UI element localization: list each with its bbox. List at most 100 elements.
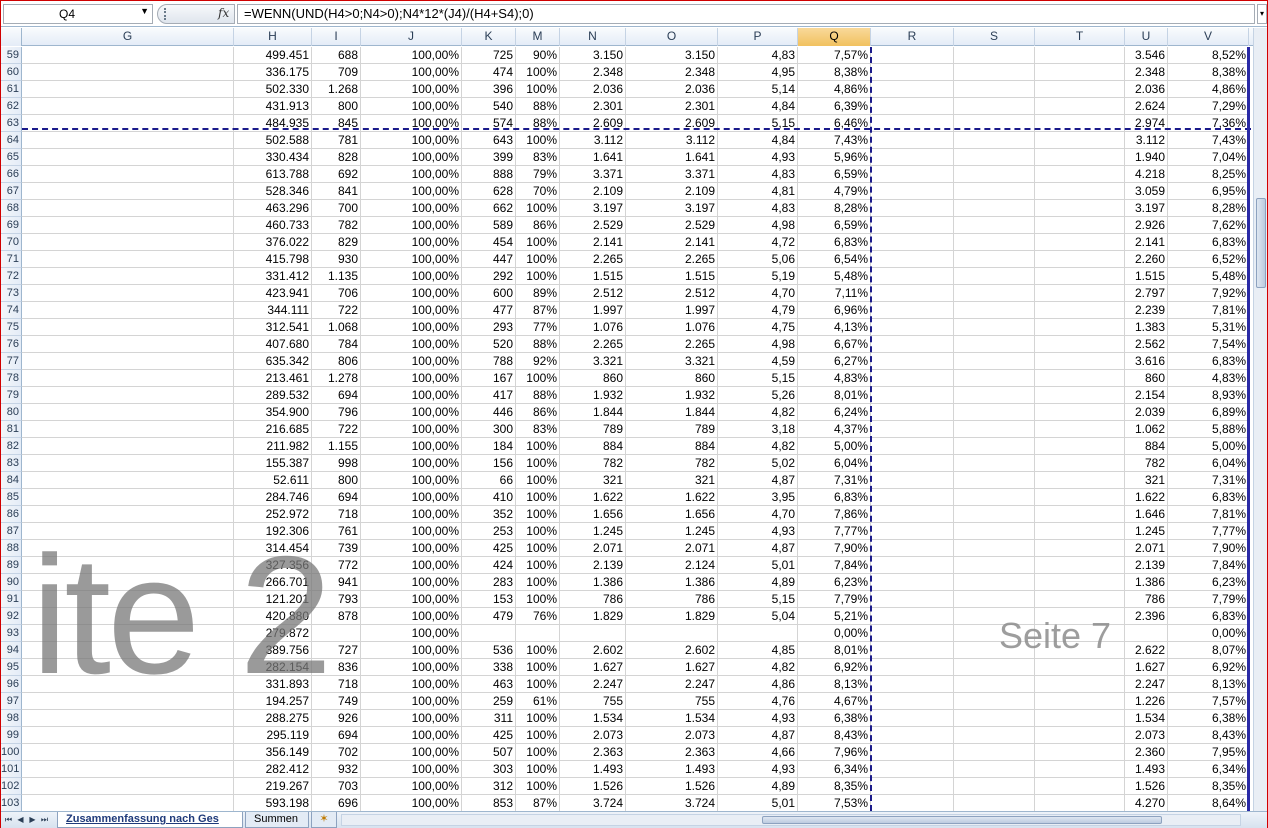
cell-k[interactable]: 520 xyxy=(462,336,516,353)
cell-r[interactable] xyxy=(871,727,954,744)
cell-n[interactable]: 1.245 xyxy=(560,523,626,540)
cell-n[interactable]: 2.141 xyxy=(560,234,626,251)
cell-s[interactable] xyxy=(954,506,1035,523)
cell-t[interactable] xyxy=(1035,659,1125,676)
column-header-i[interactable]: I xyxy=(312,28,361,46)
row-header[interactable]: 95 xyxy=(1,659,22,676)
cell-r[interactable] xyxy=(871,98,954,115)
cell-j[interactable]: 100,00% xyxy=(361,608,462,625)
cell-p[interactable]: 5,15 xyxy=(718,370,798,387)
cell-m[interactable]: 100% xyxy=(516,591,560,608)
cell-k[interactable]: 600 xyxy=(462,285,516,302)
cell-p[interactable]: 4,93 xyxy=(718,710,798,727)
cell-o[interactable]: 755 xyxy=(626,693,718,710)
cell-k[interactable]: 352 xyxy=(462,506,516,523)
cell-h[interactable]: 499.451 xyxy=(234,47,312,64)
cell-k[interactable]: 399 xyxy=(462,149,516,166)
cell-v[interactable]: 7,62% xyxy=(1168,217,1249,234)
cell-o[interactable]: 1.641 xyxy=(626,149,718,166)
cell-p[interactable]: 4,83 xyxy=(718,200,798,217)
cell-h[interactable]: 528.346 xyxy=(234,183,312,200)
cell-m[interactable]: 100% xyxy=(516,557,560,574)
grip-icon[interactable] xyxy=(164,8,172,20)
cell-u[interactable]: 2.622 xyxy=(1125,642,1168,659)
cell-v[interactable]: 6,38% xyxy=(1168,710,1249,727)
cell-t[interactable] xyxy=(1035,370,1125,387)
cell-u[interactable]: 2.926 xyxy=(1125,217,1168,234)
cell-n[interactable]: 2.348 xyxy=(560,64,626,81)
row-header[interactable]: 68 xyxy=(1,200,22,217)
expand-formula-bar-button[interactable]: ▾ xyxy=(1257,4,1267,24)
cell-i[interactable]: 1.268 xyxy=(312,81,361,98)
cell-s[interactable] xyxy=(954,455,1035,472)
cell-g[interactable] xyxy=(22,625,234,642)
cell-g[interactable] xyxy=(22,727,234,744)
cell-g[interactable] xyxy=(22,336,234,353)
cell-o[interactable]: 2.348 xyxy=(626,64,718,81)
cell-u[interactable]: 1.622 xyxy=(1125,489,1168,506)
row-header[interactable]: 61 xyxy=(1,81,22,98)
cell-p[interactable]: 4,81 xyxy=(718,183,798,200)
insert-function-icon[interactable]: fx xyxy=(218,6,229,20)
cell-q[interactable]: 6,39% xyxy=(798,98,871,115)
cell-k[interactable]: 156 xyxy=(462,455,516,472)
cell-i[interactable]: 761 xyxy=(312,523,361,540)
cell-t[interactable] xyxy=(1035,251,1125,268)
cell-m[interactable]: 79% xyxy=(516,166,560,183)
cell-v[interactable]: 7,92% xyxy=(1168,285,1249,302)
cell-u[interactable]: 1.627 xyxy=(1125,659,1168,676)
cell-j[interactable]: 100,00% xyxy=(361,234,462,251)
cell-p[interactable]: 4,82 xyxy=(718,404,798,421)
cell-u[interactable]: 884 xyxy=(1125,438,1168,455)
cell-q[interactable]: 7,57% xyxy=(798,47,871,64)
cell-o[interactable]: 2.124 xyxy=(626,557,718,574)
cell-h[interactable]: 155.387 xyxy=(234,455,312,472)
cell-s[interactable] xyxy=(954,98,1035,115)
cell-r[interactable] xyxy=(871,47,954,64)
cell-p[interactable]: 4,85 xyxy=(718,642,798,659)
cell-v[interactable]: 8,07% xyxy=(1168,642,1249,659)
cell-t[interactable] xyxy=(1035,710,1125,727)
cell-q[interactable]: 6,24% xyxy=(798,404,871,421)
cell-q[interactable]: 5,48% xyxy=(798,268,871,285)
cell-g[interactable] xyxy=(22,591,234,608)
cell-m[interactable]: 88% xyxy=(516,387,560,404)
row-header[interactable]: 79 xyxy=(1,387,22,404)
cell-i[interactable]: 700 xyxy=(312,200,361,217)
cell-t[interactable] xyxy=(1035,761,1125,778)
cell-p[interactable]: 4,79 xyxy=(718,302,798,319)
row-header[interactable]: 83 xyxy=(1,455,22,472)
cell-m[interactable]: 92% xyxy=(516,353,560,370)
cell-v[interactable]: 5,31% xyxy=(1168,319,1249,336)
cell-k[interactable]: 477 xyxy=(462,302,516,319)
cell-k[interactable]: 463 xyxy=(462,676,516,693)
cell-h[interactable]: 216.685 xyxy=(234,421,312,438)
cell-i[interactable]: 941 xyxy=(312,574,361,591)
cell-i[interactable]: 1.135 xyxy=(312,268,361,285)
cell-q[interactable]: 8,43% xyxy=(798,727,871,744)
cell-s[interactable] xyxy=(954,404,1035,421)
cell-k[interactable]: 396 xyxy=(462,81,516,98)
cell-j[interactable]: 100,00% xyxy=(361,217,462,234)
cell-o[interactable] xyxy=(626,625,718,642)
cell-j[interactable]: 100,00% xyxy=(361,710,462,727)
cell-m[interactable]: 100% xyxy=(516,642,560,659)
cell-q[interactable]: 6,59% xyxy=(798,217,871,234)
cell-g[interactable] xyxy=(22,353,234,370)
cell-k[interactable]: 259 xyxy=(462,693,516,710)
insert-sheet-icon[interactable]: ✶ xyxy=(311,812,337,828)
cell-r[interactable] xyxy=(871,149,954,166)
cell-q[interactable]: 5,00% xyxy=(798,438,871,455)
cell-m[interactable]: 88% xyxy=(516,336,560,353)
cell-g[interactable] xyxy=(22,302,234,319)
column-header-h[interactable]: H xyxy=(234,28,312,46)
cell-j[interactable]: 100,00% xyxy=(361,557,462,574)
cell-s[interactable] xyxy=(954,472,1035,489)
cell-s[interactable] xyxy=(954,574,1035,591)
cell-o[interactable]: 2.141 xyxy=(626,234,718,251)
cell-o[interactable]: 1.656 xyxy=(626,506,718,523)
cell-o[interactable]: 1.386 xyxy=(626,574,718,591)
cell-s[interactable] xyxy=(954,302,1035,319)
cell-v[interactable]: 6,83% xyxy=(1168,234,1249,251)
cell-g[interactable] xyxy=(22,676,234,693)
